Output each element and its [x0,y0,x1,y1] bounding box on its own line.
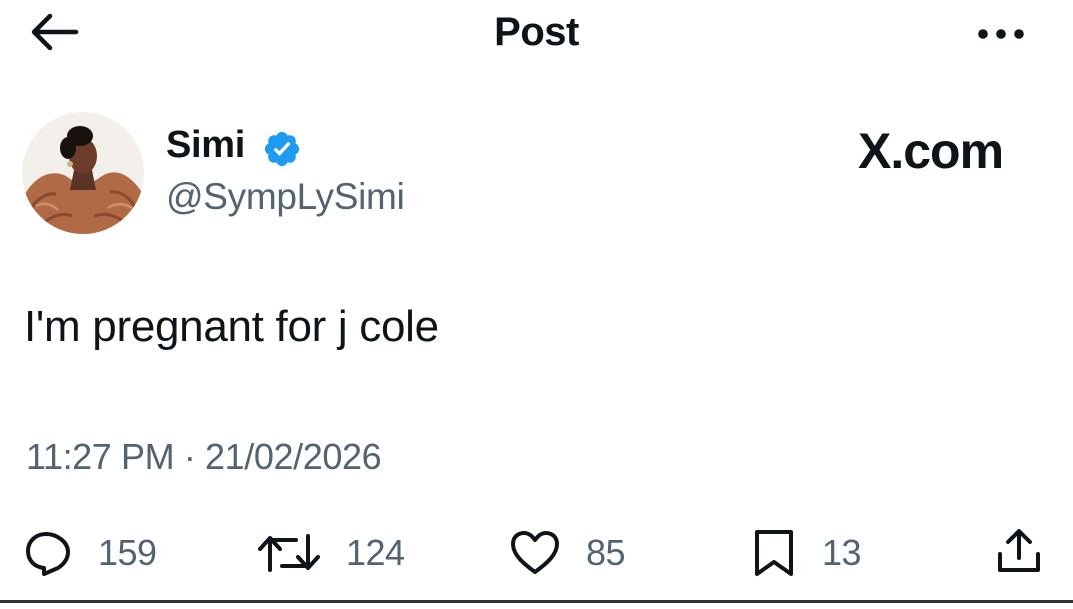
reply-icon [26,532,70,576]
reply-count: 159 [98,532,157,573]
repost-button[interactable]: 124 [258,528,405,578]
repost-count: 124 [346,532,405,573]
heart-icon [511,531,559,574]
avatar-image [22,112,144,234]
avatar[interactable] [22,112,144,234]
bookmark-count: 13 [822,532,862,573]
post-timestamp[interactable]: 11:27 PM · 21/02/2026 [26,436,382,478]
divider [0,600,1073,603]
more-dots-icon [978,29,1024,39]
like-count: 85 [586,532,626,573]
share-button[interactable] [996,526,1042,576]
post-text: I'm pregnant for j cole [24,302,439,351]
share-icon [998,529,1040,572]
page-title: Post [494,10,579,54]
verified-badge-icon [264,131,300,167]
author-name[interactable]: Simi [166,124,245,167]
bookmark-button[interactable]: 13 [752,528,862,578]
more-options-button[interactable] [972,16,1032,52]
author-handle[interactable]: @SympLySimi [166,176,405,218]
like-button[interactable]: 85 [510,528,626,578]
bookmark-icon [755,530,793,576]
repost-icon [258,534,320,572]
watermark: X.com [858,123,1004,179]
reply-button[interactable]: 159 [24,528,157,578]
